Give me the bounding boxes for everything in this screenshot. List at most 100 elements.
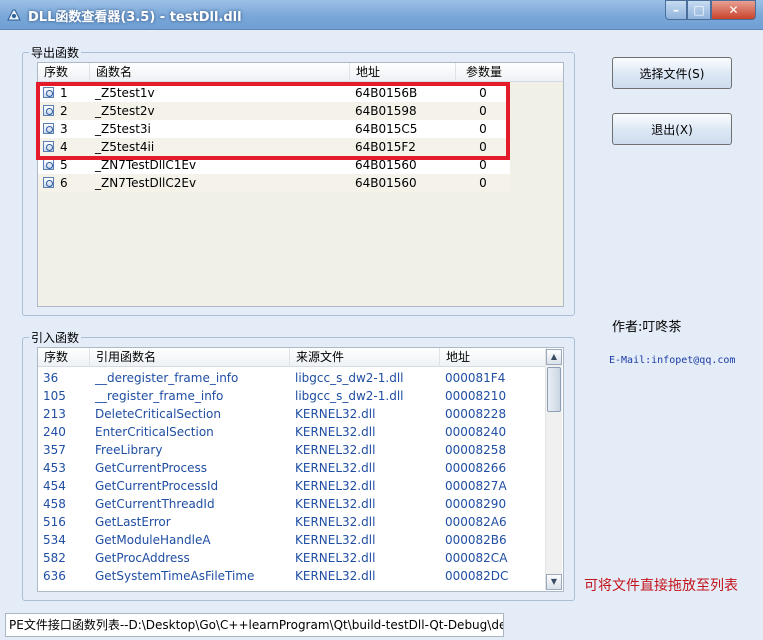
import-row[interactable]: 516 GetLastError KERNEL32.dll 000082A6 — [38, 513, 547, 531]
import-row[interactable]: 534 GetModuleHandleA KERNEL32.dll 000082B6 — [38, 531, 547, 549]
import-name-cell: FreeLibrary — [95, 443, 163, 457]
column-header-ordinal[interactable]: 序数 — [38, 348, 90, 367]
import-source-cell: libgcc_s_dw2-1.dll — [295, 389, 404, 403]
import-address-cell: 00008228 — [445, 407, 507, 421]
import-row[interactable]: 453 GetCurrentProcess KERNEL32.dll 00008266 — [38, 459, 547, 477]
export-name-cell: _Z5test1v — [95, 86, 155, 100]
import-row[interactable]: 636 GetSystemTimeAsFileTime KERNEL32.dll 00… — [38, 567, 547, 585]
import-row[interactable]: 357 FreeLibrary KERNEL32.dll 00008258 — [38, 441, 547, 459]
import-row[interactable]: 454 GetCurrentProcessId KERNEL32.dll 000082… — [38, 477, 547, 495]
import-group-label: 引入函数 — [29, 329, 82, 346]
column-header-import-name[interactable]: 引用函数名 — [90, 348, 290, 367]
export-ordinal-cell: 4 — [38, 138, 90, 156]
import-source-cell: KERNEL32.dll — [295, 461, 376, 475]
import-ordinal-cell: 516 — [43, 515, 66, 529]
import-ordinal-cell: 458 — [43, 497, 66, 511]
select-file-button[interactable]: 选择文件(S) — [612, 57, 732, 89]
main-window: DLL函数查看器(3.5) - testDll.dll – □ ✕ 导出函数 序… — [0, 0, 763, 640]
export-row[interactable]: 4 _Z5test4ii 64B015F2 0 — [38, 138, 510, 156]
export-ordinal-cell: 1 — [38, 84, 90, 102]
status-bar: PE文件接口函数列表--D:\Desktop\Go\C++learnProgra… — [0, 610, 763, 640]
export-row[interactable]: 1 _Z5test1v 64B0156B 0 — [38, 84, 510, 102]
import-row[interactable]: 213 DeleteCriticalSection KERNEL32.dll 0000… — [38, 405, 547, 423]
import-ordinal-cell: 213 — [43, 407, 66, 421]
import-ordinal-cell: 534 — [43, 533, 66, 547]
import-name-cell: __register_frame_info — [95, 389, 224, 403]
import-name-cell: GetCurrentThreadId — [95, 497, 215, 511]
export-functions-group: 导出函数 序数 函数名 地址 参数量 1 _Z5test1v 64B0156B 0 2 _… — [22, 44, 575, 316]
export-params-cell: 0 — [479, 140, 487, 154]
scroll-down-arrow-icon[interactable]: ▼ — [546, 574, 562, 590]
export-name-cell: _ZN7TestDllC1Ev — [95, 158, 197, 172]
minimize-button[interactable]: – — [665, 0, 687, 20]
import-name-cell: GetCurrentProcessId — [95, 479, 219, 493]
import-ordinal-cell: 357 — [43, 443, 66, 457]
import-functions-list[interactable]: 序数 引用函数名 来源文件 地址 36 __deregister_frame_in… — [37, 347, 564, 592]
export-name-cell: _ZN7TestDllC2Ev — [95, 176, 197, 190]
export-address-cell: 64B01560 — [355, 176, 417, 190]
drag-drop-hint: 可将文件直接拖放至列表 — [584, 578, 738, 594]
import-source-cell: KERNEL32.dll — [295, 443, 376, 457]
function-icon — [43, 159, 54, 170]
export-address-cell: 64B015C5 — [355, 122, 418, 136]
import-name-cell: GetCurrentProcess — [95, 461, 207, 475]
import-name-cell: GetModuleHandleA — [95, 533, 211, 547]
import-address-cell: 00008258 — [445, 443, 507, 457]
import-source-cell: KERNEL32.dll — [295, 551, 376, 565]
exit-button[interactable]: 退出(X) — [612, 113, 732, 145]
import-address-cell: 00008240 — [445, 425, 507, 439]
export-row[interactable]: 3 _Z5test3i 64B015C5 0 — [38, 120, 510, 138]
export-row[interactable]: 6 _ZN7TestDllC2Ev 64B01560 0 — [38, 174, 510, 192]
author-label: 作者:叮咚茶 — [612, 320, 682, 335]
column-header-function-name[interactable]: 函数名 — [90, 63, 350, 82]
export-name-cell: _Z5test4ii — [95, 140, 155, 154]
import-source-cell: KERNEL32.dll — [295, 425, 376, 439]
import-address-cell: 000081F4 — [445, 371, 506, 385]
export-address-cell: 64B01598 — [355, 104, 417, 118]
function-icon — [43, 177, 54, 188]
import-row[interactable]: 582 GetProcAddress KERNEL32.dll 000082CA — [38, 549, 547, 567]
export-ordinal-cell: 5 — [38, 156, 90, 174]
scroll-thumb[interactable] — [547, 367, 561, 412]
import-name-cell: GetLastError — [95, 515, 171, 529]
column-header-address[interactable]: 地址 — [350, 63, 456, 82]
column-header-address[interactable]: 地址 — [440, 348, 547, 367]
import-ordinal-cell: 582 — [43, 551, 66, 565]
import-address-cell: 000082CA — [445, 551, 508, 565]
title-bar[interactable]: DLL函数查看器(3.5) - testDll.dll – □ ✕ — [0, 0, 763, 30]
export-row[interactable]: 2 _Z5test2v 64B01598 0 — [38, 102, 510, 120]
import-address-cell: 00008266 — [445, 461, 507, 475]
import-row[interactable]: 458 GetCurrentThreadId KERNEL32.dll 0000829… — [38, 495, 547, 513]
close-button[interactable]: ✕ — [711, 0, 756, 20]
import-vertical-scrollbar[interactable]: ▲ ▼ — [545, 349, 562, 590]
export-params-cell: 0 — [479, 176, 487, 190]
import-ordinal-cell: 36 — [43, 371, 59, 385]
import-ordinal-cell: 453 — [43, 461, 66, 475]
import-row[interactable]: 36 __deregister_frame_info libgcc_s_dw2-1.… — [38, 369, 547, 387]
export-address-cell: 64B015F2 — [355, 140, 416, 154]
column-header-param-count[interactable]: 参数量 — [456, 63, 563, 82]
status-path-field[interactable]: PE文件接口函数列表--D:\Desktop\Go\C++learnProgra… — [5, 613, 504, 637]
export-functions-list[interactable]: 序数 函数名 地址 参数量 1 _Z5test1v 64B0156B 0 2 _Z5tes… — [37, 62, 564, 307]
export-params-cell: 0 — [479, 122, 487, 136]
import-address-cell: 000082A6 — [445, 515, 507, 529]
import-address-cell: 00008290 — [445, 497, 507, 511]
export-name-cell: _Z5test2v — [95, 104, 155, 118]
window-title: DLL函数查看器(3.5) - testDll.dll — [28, 10, 242, 25]
export-params-cell: 0 — [479, 158, 487, 172]
export-row[interactable]: 5 _ZN7TestDllC1Ev 64B01560 0 — [38, 156, 510, 174]
import-name-cell: GetProcAddress — [95, 551, 190, 565]
maximize-button[interactable]: □ — [687, 0, 711, 20]
scroll-up-arrow-icon[interactable]: ▲ — [546, 349, 562, 365]
column-header-ordinal[interactable]: 序数 — [38, 63, 90, 82]
import-ordinal-cell: 240 — [43, 425, 66, 439]
function-icon — [43, 87, 54, 98]
import-row[interactable]: 105 __register_frame_info libgcc_s_dw2-1.d… — [38, 387, 547, 405]
import-source-cell: KERNEL32.dll — [295, 533, 376, 547]
email-label: E-Mail:infopet@qq.com — [609, 355, 736, 366]
column-header-source-file[interactable]: 来源文件 — [290, 348, 440, 367]
import-row[interactable]: 240 EnterCriticalSection KERNEL32.dll 00008… — [38, 423, 547, 441]
export-ordinal-cell: 6 — [38, 174, 90, 192]
export-params-cell: 0 — [479, 104, 487, 118]
import-name-cell: __deregister_frame_info — [95, 371, 239, 385]
